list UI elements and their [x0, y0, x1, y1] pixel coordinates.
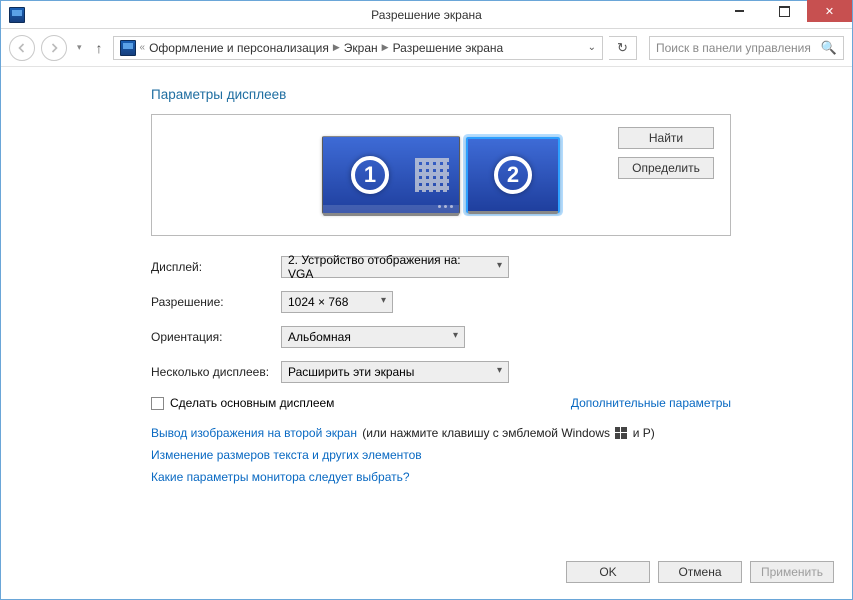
project-hint-1: (или нажмите клавишу с эмблемой Windows: [359, 426, 613, 440]
monitor-preview-box: 1 2 Найти Определить: [151, 114, 731, 236]
display-select[interactable]: 2. Устройство отображения на: VGA: [281, 256, 509, 278]
minimize-button[interactable]: [717, 0, 762, 22]
search-icon: 🔍: [821, 40, 837, 56]
monitor-number: 2: [494, 156, 532, 194]
orientation-value: Альбомная: [288, 330, 351, 344]
monitor-number: 1: [351, 156, 389, 194]
window-controls: [717, 1, 852, 28]
breadcrumb-item[interactable]: Оформление и персонализация: [149, 41, 329, 55]
identify-button[interactable]: Определить: [618, 157, 714, 179]
chevron-right-icon: ▶: [382, 42, 389, 53]
refresh-button[interactable]: ↻: [609, 36, 637, 60]
location-icon: [120, 40, 136, 56]
multidisplay-select[interactable]: Расширить эти экраны: [281, 361, 509, 383]
multidisplay-value: Расширить эти экраны: [288, 365, 414, 379]
orientation-label: Ориентация:: [151, 330, 281, 344]
navigation-row: ▾ ↑ « Оформление и персонализация ▶ Экра…: [1, 29, 852, 67]
text-size-link[interactable]: Изменение размеров текста и других элеме…: [151, 448, 422, 462]
ok-button[interactable]: OK: [566, 561, 650, 583]
dialog-buttons: OK Отмена Применить: [566, 561, 834, 583]
display-label: Дисплей:: [151, 260, 281, 274]
chevron-down-icon[interactable]: ▾: [73, 42, 86, 53]
apply-button: Применить: [750, 561, 834, 583]
titlebar: Разрешение экрана: [1, 1, 852, 29]
orientation-select[interactable]: Альбомная: [281, 326, 465, 348]
chevron-right-icon: ▶: [333, 42, 340, 53]
breadcrumb-item[interactable]: Экран: [344, 41, 378, 55]
page-heading: Параметры дисплеев: [151, 87, 731, 102]
resolution-label: Разрешение:: [151, 295, 281, 309]
search-input[interactable]: Поиск в панели управления 🔍: [649, 36, 844, 60]
project-link[interactable]: Вывод изображения на второй экран: [151, 426, 357, 440]
breadcrumb-item[interactable]: Разрешение экрана: [393, 41, 504, 55]
find-button[interactable]: Найти: [618, 127, 714, 149]
search-placeholder: Поиск в панели управления: [656, 41, 811, 55]
start-screen-icon: [415, 158, 449, 192]
maximize-button[interactable]: [762, 0, 807, 22]
advanced-settings-link[interactable]: Дополнительные параметры: [571, 396, 731, 410]
monitor-2-selected[interactable]: 2: [466, 137, 560, 213]
app-icon: [9, 7, 25, 23]
close-button[interactable]: [807, 0, 852, 22]
project-hint-2: и P): [629, 426, 654, 440]
up-button[interactable]: ↑: [92, 40, 107, 56]
forward-button[interactable]: [41, 35, 67, 61]
windows-logo-icon: [615, 427, 627, 439]
address-bar[interactable]: « Оформление и персонализация ▶ Экран ▶ …: [113, 36, 603, 60]
address-dropdown-icon[interactable]: ⌄: [588, 42, 596, 53]
settings-form: Дисплей: 2. Устройство отображения на: V…: [151, 256, 731, 484]
make-primary-label: Сделать основным дисплеем: [170, 396, 334, 410]
multidisplay-label: Несколько дисплеев:: [151, 365, 281, 379]
overflow-chevron-icon[interactable]: «: [140, 42, 146, 53]
display-value: 2. Устройство отображения на: VGA: [288, 253, 486, 281]
back-button[interactable]: [9, 35, 35, 61]
make-primary-checkbox[interactable]: [151, 397, 164, 410]
monitor-1[interactable]: 1: [322, 136, 460, 214]
cancel-button[interactable]: Отмена: [658, 561, 742, 583]
content-area: Параметры дисплеев 1 2 Найти Определить: [1, 67, 852, 484]
resolution-value: 1024 × 768: [288, 295, 348, 309]
resolution-select[interactable]: 1024 × 768: [281, 291, 393, 313]
help-link[interactable]: Какие параметры монитора следует выбрать…: [151, 470, 410, 484]
